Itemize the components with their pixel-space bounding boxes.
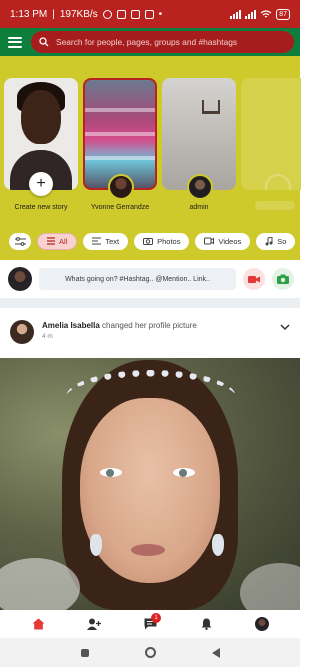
music-icon [265,236,273,245]
post-meta: Amelia Isabella changed her profile pict… [42,320,272,358]
search-input[interactable] [56,37,286,47]
menu-icon[interactable] [8,36,22,48]
app-notification-icon-2 [144,9,154,19]
feed-divider [0,298,300,308]
composer-input[interactable]: Whats going on? #Hashtag.. @Mention.. Li… [39,268,236,290]
back-button[interactable] [211,647,220,658]
search-icon [39,37,49,47]
create-story-plus-button[interactable]: + [29,172,53,196]
create-story-label: Create new story [14,204,68,211]
current-user-avatar[interactable] [8,267,32,291]
photo-lips [131,544,165,556]
filter-text-label: Text [105,236,120,246]
story-label-2: admin [189,204,209,211]
post-composer: Whats going on? #Hashtag.. @Mention.. Li… [0,260,300,298]
app-header [0,28,300,56]
home-icon [32,618,44,630]
status-bar: 1:13 PM | 197KB/s • 87 [0,0,300,28]
post-image[interactable] [0,358,300,610]
photo-camera-icon [277,274,289,284]
status-separator: | [52,8,55,20]
stories-section: + Create new story Yvonne Gerrandze admi… [0,56,301,222]
more-notifications-dot: • [158,8,163,20]
recent-apps-button[interactable] [80,648,89,657]
go-live-button[interactable] [243,268,265,290]
chevron-down-icon[interactable] [280,324,290,331]
bell-icon [201,618,211,630]
app-notification-icon [130,9,140,19]
room-furniture [202,100,220,114]
nav-profile[interactable] [248,610,276,638]
filter-photos-label: Photos [157,236,181,246]
gallery-notification-icon [116,9,126,19]
bottom-nav: 1 [0,610,300,638]
camera-icon [143,238,154,245]
home-system-button[interactable] [144,647,156,658]
post-header: Amelia Isabella changed her profile pict… [0,308,300,358]
status-speed: 197KB/s [59,8,98,20]
filter-all[interactable]: All [37,232,78,250]
filter-all-label: All [59,236,68,246]
placeholder-label-bar [255,201,295,210]
live-video-icon [248,275,260,283]
photo-earring-left [90,534,102,556]
story-avatar-2 [187,174,213,200]
filter-videos-label: Videos [218,236,242,246]
video-icon [204,237,215,245]
nav-add-friend[interactable] [80,610,108,638]
signal-icon-2 [245,9,257,19]
photo-earring-right [212,534,224,556]
search-bar[interactable] [31,31,294,53]
status-time: 1:13 PM [10,8,48,20]
post-timestamp: 4 m [42,333,53,340]
post-author-name[interactable]: Amelia Isabella [42,321,100,330]
nav-notifications[interactable] [192,610,220,638]
alarm-icon [102,9,112,19]
battery-indicator: 87 [276,8,290,20]
photo-tiara [66,370,236,424]
add-photo-button[interactable] [272,268,294,290]
photo-veil-right [240,563,300,610]
story-avatar-1 [108,174,134,200]
wifi-icon [260,9,272,17]
system-nav-bar [0,638,300,667]
story-card-placeholder [241,78,301,190]
filter-settings-button[interactable] [9,232,31,250]
filter-videos[interactable]: Videos [195,232,251,250]
filter-sounds-label: So [277,236,287,246]
filter-text[interactable]: Text [83,232,129,250]
story-label-1: Yvonne Gerrandze [90,204,150,211]
messages-badge: 1 [151,613,161,623]
photo-eye-right [173,468,195,477]
nav-home[interactable] [24,610,52,638]
post-action-text: changed her profile picture [102,321,197,330]
sliders-icon [14,236,26,246]
placeholder-circle [265,174,291,190]
signal-icon [230,9,242,19]
filter-photos[interactable]: Photos [134,232,190,250]
filter-sounds[interactable]: So [256,232,296,250]
add-friend-icon [87,618,101,630]
user-photo [21,90,61,144]
list-icon [47,237,55,245]
text-icon [92,237,102,245]
post-filter-bar: All Text Photos Videos So [0,222,300,260]
post-author-avatar[interactable] [10,320,34,344]
profile-avatar [255,617,269,631]
nav-messages[interactable]: 1 [136,610,164,638]
photo-eye-left [100,468,122,477]
